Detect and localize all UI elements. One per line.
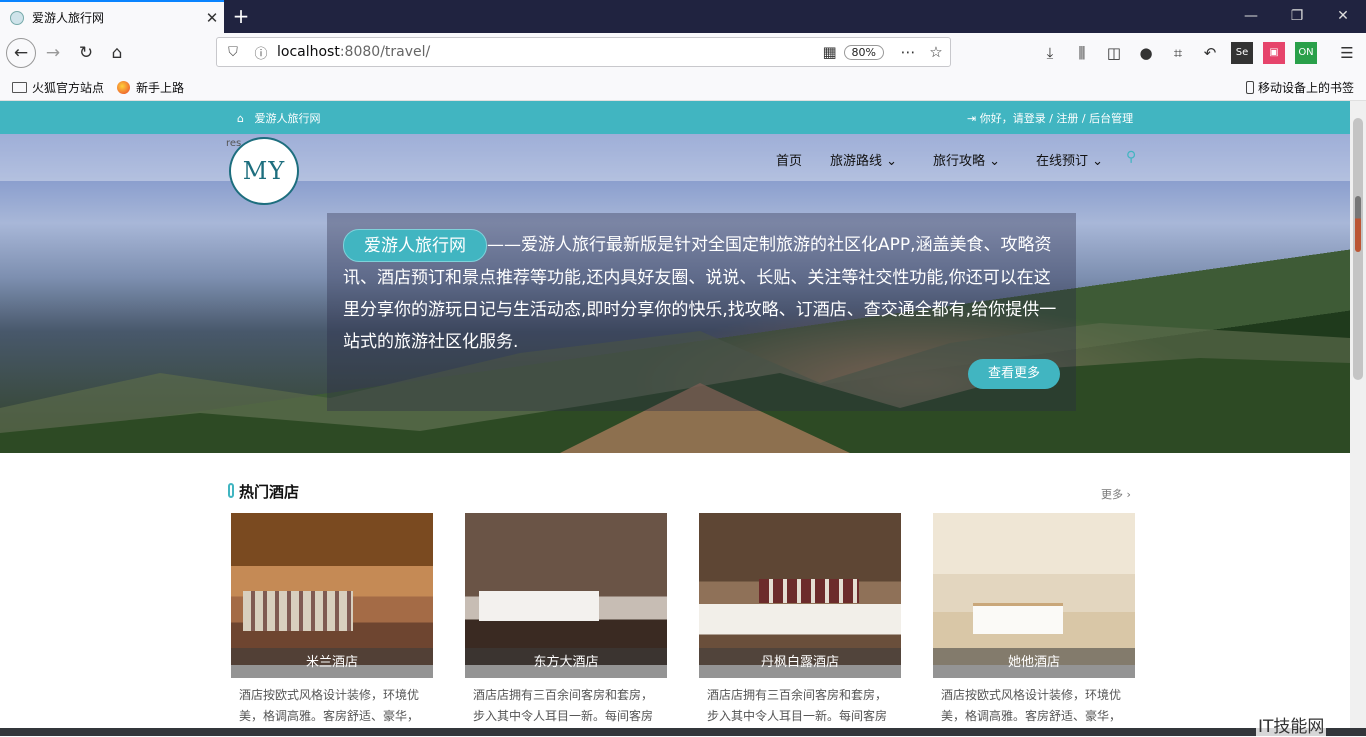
browser-toolbar: ← → ↻ ⌂ ⛉ ⓘ localhost:8080/travel/ ▦ 80%… — [0, 33, 1366, 73]
hotel-image[interactable] — [933, 513, 1135, 665]
firefox-icon — [117, 81, 130, 94]
hotel-name[interactable]: 东方大酒店 — [465, 648, 667, 678]
menu-booking[interactable]: 在线预订 ⌄ — [1036, 150, 1103, 169]
hotel-desc: 酒店店拥有三百余间客房和套房，步入其中令人耳目一新。每间客房均配 — [473, 688, 654, 723]
bookmarks-toolbar: 火狐官方站点 新手上路 移动设备上的书签 — [0, 73, 1366, 101]
menu-icon[interactable]: ☰ — [1336, 42, 1358, 64]
site-navbar: res MY 首页 旅游路线 ⌄ 旅行攻略 ⌄ 在线预订 ⌄ ⚲ — [0, 134, 1350, 205]
taskbar — [0, 728, 1366, 736]
site-logo[interactable]: MY — [229, 137, 299, 205]
qr-code-icon[interactable]: ▦ — [816, 43, 844, 61]
bookmark-getting-started[interactable]: 新手上路 — [117, 79, 184, 96]
menu-routes-label: 旅游路线 — [830, 154, 883, 169]
zoom-badge[interactable]: 80% — [843, 44, 884, 60]
login-links[interactable]: ⇥ 你好，请登录 / 注册 / 后台管理 — [967, 110, 1133, 126]
download-icon[interactable]: ⤓ — [1039, 42, 1061, 64]
bookmark-label: 火狐官方站点 — [32, 81, 105, 95]
tab-bar: 爱游人旅行网 ✕ + — ❐ ✕ — [0, 0, 1366, 33]
new-tab-button[interactable]: + — [228, 4, 254, 30]
url-bar[interactable]: ⛉ ⓘ localhost:8080/travel/ ▦ 80% ⋯ ☆ — [216, 37, 951, 67]
shield-icon[interactable]: ⛉ — [221, 45, 245, 60]
hotel-name[interactable]: 米兰酒店 — [231, 648, 433, 678]
library-icon[interactable]: ⫼ — [1071, 42, 1093, 64]
forward-icon[interactable]: → — [38, 38, 68, 68]
reload-icon[interactable]: ↻ — [71, 38, 101, 68]
intro-pill: 爱游人旅行网 — [343, 229, 487, 262]
url-host: localhost — [277, 44, 340, 60]
site-top-strip: ⌂ 爱游人旅行网 ⇥ 你好，请登录 / 注册 / 后台管理 — [0, 101, 1350, 134]
bookmark-official[interactable]: 火狐官方站点 — [12, 79, 104, 96]
chevron-down-icon: ⌄ — [989, 154, 1001, 169]
menu-routes[interactable]: 旅游路线 ⌄ — [830, 150, 897, 169]
hero-banner: res MY 首页 旅游路线 ⌄ 旅行攻略 ⌄ 在线预订 ⌄ ⚲ 爱游人旅行网 —… — [0, 134, 1350, 453]
intro-panel: 爱游人旅行网 ——爱游人旅行最新版是针对全国定制旅游的社区化APP,涵盖美食、攻略… — [327, 213, 1076, 411]
intro-text: 爱游人旅行网 ——爱游人旅行最新版是针对全国定制旅游的社区化APP,涵盖美食、攻略… — [343, 229, 1067, 358]
hotel-image[interactable] — [465, 513, 667, 665]
menu-home[interactable]: 首页 — [776, 150, 802, 169]
section-more-link[interactable]: 更多 › — [1101, 486, 1131, 502]
hotel-image[interactable] — [699, 513, 901, 665]
page-content: ⌂ 爱游人旅行网 ⇥ 你好，请登录 / 注册 / 后台管理 res MY 首页 … — [0, 101, 1350, 728]
more-actions-icon[interactable]: ⋯ — [894, 43, 922, 61]
mobile-icon — [1246, 81, 1254, 94]
tab-title: 爱游人旅行网 — [32, 11, 105, 25]
selenium-extension-icon[interactable]: Se — [1231, 42, 1253, 64]
scroll-indicator — [1355, 196, 1361, 252]
logo-text: MY — [242, 157, 286, 185]
hotel-desc: 酒店按欧式风格设计装修，环境优美，格调高雅。客房舒适、豪华，餐 — [941, 688, 1122, 723]
hotel-card[interactable]: 丹枫白露酒店 酒店店拥有三百余间客房和套房，步入其中令人耳目一新。每间客房均配 — [699, 513, 901, 728]
bookmark-label: 新手上路 — [136, 81, 185, 95]
search-icon[interactable]: ⚲ — [1126, 149, 1136, 165]
account-icon[interactable]: ● — [1135, 42, 1157, 64]
sidebar-icon[interactable]: ◫ — [1103, 42, 1125, 64]
menu-guides[interactable]: 旅行攻略 ⌄ — [933, 150, 1000, 169]
info-icon[interactable]: ⓘ — [249, 43, 273, 62]
section-marker-icon — [228, 483, 234, 498]
menu-booking-label: 在线预订 — [1036, 154, 1089, 169]
restore-icon[interactable]: ❐ — [1274, 0, 1320, 33]
url-text[interactable]: localhost:8080/travel/ — [277, 44, 816, 60]
login-text: 你好，请登录 / 注册 / 后台管理 — [979, 112, 1134, 125]
back-icon[interactable]: ← — [6, 38, 36, 68]
watermark: IT技能网 — [1256, 712, 1327, 737]
hotel-image[interactable] — [231, 513, 433, 665]
menu-guides-label: 旅行攻略 — [933, 154, 986, 169]
screenshot-icon[interactable]: ⌗ — [1167, 42, 1189, 64]
hotel-desc: 酒店店拥有三百余间客房和套房，步入其中令人耳目一新。每间客房均配 — [707, 688, 888, 723]
url-path: :8080/travel/ — [339, 44, 431, 60]
hotel-card[interactable]: 她他酒店 酒店按欧式风格设计装修，环境优美，格调高雅。客房舒适、豪华，餐 — [933, 513, 1135, 728]
section-title: 热门酒店 — [239, 483, 300, 501]
site-home-link[interactable]: ⌂ 爱游人旅行网 — [237, 110, 320, 126]
extension-on-icon[interactable]: ON — [1295, 42, 1317, 64]
hotel-name[interactable]: 她他酒店 — [933, 648, 1135, 678]
window-close-icon[interactable]: ✕ — [1320, 0, 1366, 33]
minimize-icon[interactable]: — — [1228, 0, 1274, 33]
home-icon[interactable]: ⌂ — [102, 38, 132, 68]
hotel-card[interactable]: 东方大酒店 酒店店拥有三百余间客房和套房，步入其中令人耳目一新。每间客房均配 — [465, 513, 667, 728]
view-more-button[interactable]: 查看更多 — [968, 359, 1060, 389]
mobile-bookmarks[interactable]: 移动设备上的书签 — [1246, 79, 1354, 96]
chevron-down-icon: ⌄ — [1092, 154, 1104, 169]
hotel-name[interactable]: 丹枫白露酒店 — [699, 648, 901, 678]
site-name: 爱游人旅行网 — [254, 112, 321, 125]
mobile-bookmarks-label: 移动设备上的书签 — [1258, 81, 1355, 95]
bookmark-star-icon[interactable]: ☆ — [922, 43, 950, 61]
extension-red-icon[interactable]: ▣ — [1263, 42, 1285, 64]
hotel-card[interactable]: 米兰酒店 酒店按欧式风格设计装修，环境优美，格调高雅。客房舒适、豪华，餐 — [231, 513, 433, 728]
site-favicon-icon — [10, 10, 24, 25]
hotel-desc: 酒店按欧式风格设计装修，环境优美，格调高雅。客房舒适、豪华，餐 — [239, 688, 420, 723]
tab-active[interactable]: 爱游人旅行网 ✕ — [0, 0, 224, 33]
chevron-down-icon: ⌄ — [886, 154, 898, 169]
folder-icon — [12, 82, 27, 93]
undo-icon[interactable]: ↶ — [1199, 42, 1221, 64]
tab-close-icon[interactable]: ✕ — [200, 9, 224, 27]
